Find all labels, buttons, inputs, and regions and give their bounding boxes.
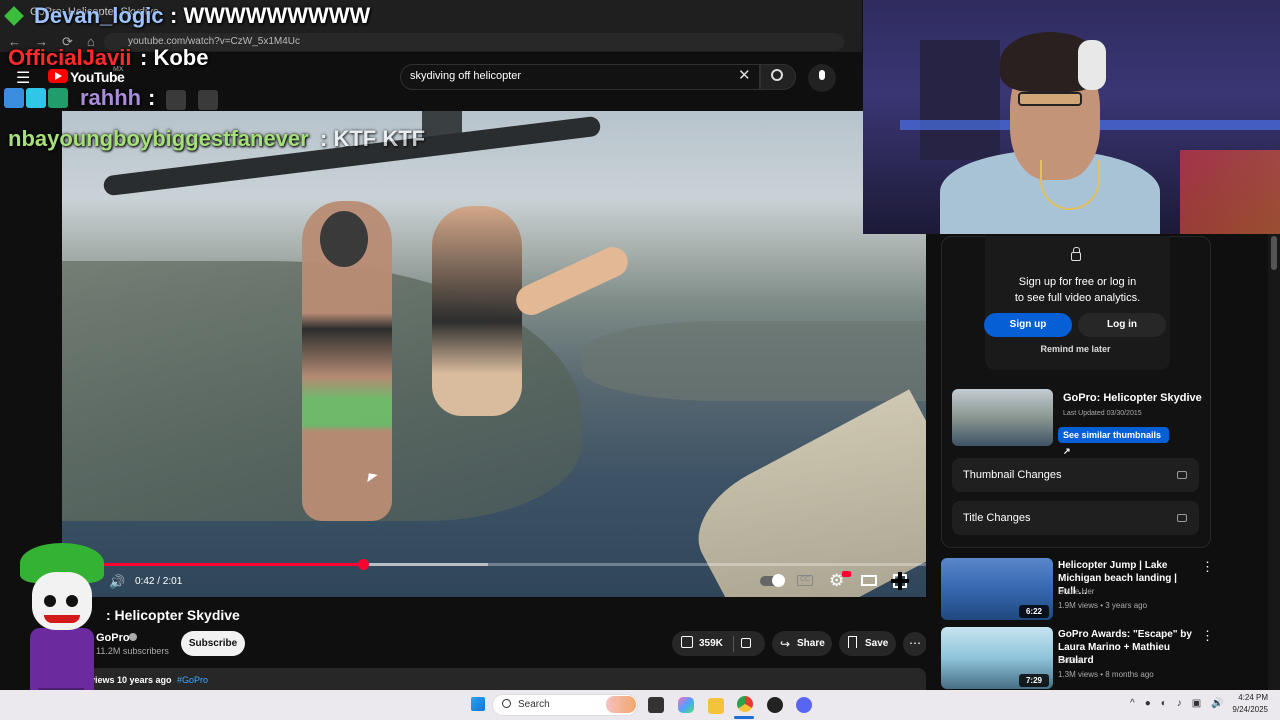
joker-sticker-mouth: [44, 615, 80, 623]
headset-icon: [1078, 40, 1106, 90]
lock-icon: [1177, 471, 1187, 479]
channel-name[interactable]: GoPro: [96, 632, 130, 644]
sign-up-button[interactable]: Sign up: [984, 313, 1072, 337]
chat-badges: [4, 88, 74, 110]
windows-start-icon[interactable]: [471, 697, 485, 711]
chat-message: : KTF KTF: [320, 126, 426, 151]
share-label[interactable]: Share: [797, 638, 825, 649]
recommendation-duration: 7:29: [1019, 674, 1049, 687]
chat-badge-icon: [4, 88, 24, 108]
chat-username: Devan_logic: [34, 3, 164, 28]
mouse-cursor-icon: [367, 473, 378, 484]
subscribe-button[interactable]: Subscribe: [181, 631, 245, 656]
hashtag-link[interactable]: #GoPro: [177, 675, 208, 685]
subscriber-count: 11.2M subscribers: [96, 646, 169, 656]
scrollbar-thumb[interactable]: [1271, 236, 1277, 270]
video-scene-skydiver-1-helmet: [320, 211, 368, 267]
scrollbar[interactable]: [1268, 234, 1280, 690]
chrome-icon[interactable]: [737, 696, 753, 712]
chat-emote-icon: [198, 90, 218, 110]
video-scene-skydiver-2: [432, 206, 522, 416]
windows-taskbar: [0, 690, 1280, 720]
video-scene-skydiver-2-legs: [511, 242, 633, 320]
title-changes-label[interactable]: Title Changes: [963, 512, 1030, 524]
search-input-value[interactable]: skydiving off helicopter: [410, 70, 521, 82]
obs-icon[interactable]: [767, 697, 783, 713]
chat-badge-icon: [26, 88, 46, 108]
recommendation-duration: 6:22: [1019, 605, 1049, 618]
theater-mode-icon[interactable]: [861, 575, 877, 586]
search-icon[interactable]: [771, 69, 783, 81]
menu-icon[interactable]: ☰: [16, 68, 30, 88]
progress-played: [62, 563, 363, 566]
recommendation-meta: 1.9M views • 3 years ago: [1058, 601, 1148, 610]
copilot-icon[interactable]: [678, 697, 694, 713]
webcam-shelf: [920, 40, 1000, 160]
last-updated: Last Updated 03/30/2015: [1063, 410, 1142, 417]
share-icon[interactable]: ↪: [780, 637, 790, 651]
chat-username: rahhh: [80, 85, 142, 110]
clear-search-icon[interactable]: ✕: [738, 66, 751, 84]
task-view-icon[interactable]: [648, 697, 664, 713]
video-player[interactable]: [62, 111, 926, 597]
thumbnail-changes-label[interactable]: Thumbnail Changes: [963, 469, 1061, 481]
more-vert-icon[interactable]: ⋮: [1201, 628, 1214, 644]
youtube-logo-icon[interactable]: [48, 69, 68, 83]
file-explorer-icon[interactable]: [708, 698, 724, 714]
dislike-icon[interactable]: [741, 638, 751, 648]
joker-sticker-eye: [44, 595, 56, 607]
chat-emote-icon: [166, 90, 186, 110]
autoplay-toggle[interactable]: [760, 574, 785, 587]
views-and-date: views 10 years ago: [90, 675, 172, 685]
thumbnail-preview: [952, 389, 1053, 446]
joker-sticker-body: [30, 628, 94, 690]
taskbar-time[interactable]: 4:24 PM: [1228, 693, 1268, 702]
analytics-video-title: GoPro: Helicopter Skydive: [1063, 392, 1202, 404]
taskbar-search-label[interactable]: Search: [518, 699, 550, 710]
like-icon[interactable]: [681, 636, 693, 648]
recommendation-channel[interactable]: Chute Her: [1058, 587, 1094, 596]
recommendation-channel[interactable]: GoPro: [1058, 656, 1081, 665]
mic-icon[interactable]: [819, 70, 825, 80]
like-divider: [733, 636, 734, 652]
webcam-person-glasses: [1018, 92, 1082, 106]
chat-username: OfficialJavii: [8, 45, 132, 70]
fullscreen-icon-gap: [891, 579, 909, 583]
more-vert-icon[interactable]: ⋮: [1201, 559, 1214, 575]
taskbar-search-highlight: [606, 696, 636, 713]
signup-prompt-line2: to see full video analytics.: [1014, 292, 1141, 304]
hd-badge-icon: [842, 571, 851, 577]
verified-icon: [129, 633, 137, 641]
chat-message: : Kobe: [140, 45, 209, 70]
chat-message: :: [148, 85, 156, 110]
more-actions-button[interactable]: ⋯: [903, 632, 927, 656]
chat-username: nbayoungboybiggestfanever: [8, 126, 309, 151]
similar-thumbnails-button[interactable]: See similar thumbnails ↗: [1058, 427, 1169, 456]
lock-icon: [1177, 514, 1187, 522]
like-count[interactable]: 359K: [699, 638, 723, 649]
volume-icon[interactable]: 🔊: [109, 574, 125, 590]
remind-later-link[interactable]: Remind me later: [985, 344, 1166, 354]
signup-prompt-line1: Sign up for free or log in: [1018, 276, 1137, 288]
joker-sticker-eye: [66, 595, 78, 607]
search-icon[interactable]: [502, 699, 511, 708]
active-app-indicator: [734, 716, 754, 719]
save-icon[interactable]: [848, 636, 857, 648]
discord-icon[interactable]: [796, 697, 812, 713]
save-label[interactable]: Save: [865, 638, 888, 649]
taskbar-date[interactable]: 9/24/2025: [1220, 705, 1268, 714]
video-scene-coast: [582, 321, 926, 401]
recommendation-meta: 1.3M views • 8 months ago: [1058, 670, 1154, 679]
video-title: : Helicopter Skydive: [106, 607, 240, 623]
captions-icon[interactable]: CC: [797, 575, 813, 586]
chat-message: : WWWWWWWWW: [170, 3, 371, 28]
system-tray-icons[interactable]: ^●◐♪▣🔊: [1130, 698, 1234, 709]
progress-scrubber[interactable]: [357, 559, 369, 570]
lock-icon: [1071, 247, 1081, 261]
chat-badge-icon: [48, 88, 68, 108]
webcam-rgb-light: [1180, 150, 1280, 234]
log-in-button[interactable]: Log in: [1078, 313, 1166, 337]
time-display: 0:42 / 2:01: [135, 576, 183, 587]
